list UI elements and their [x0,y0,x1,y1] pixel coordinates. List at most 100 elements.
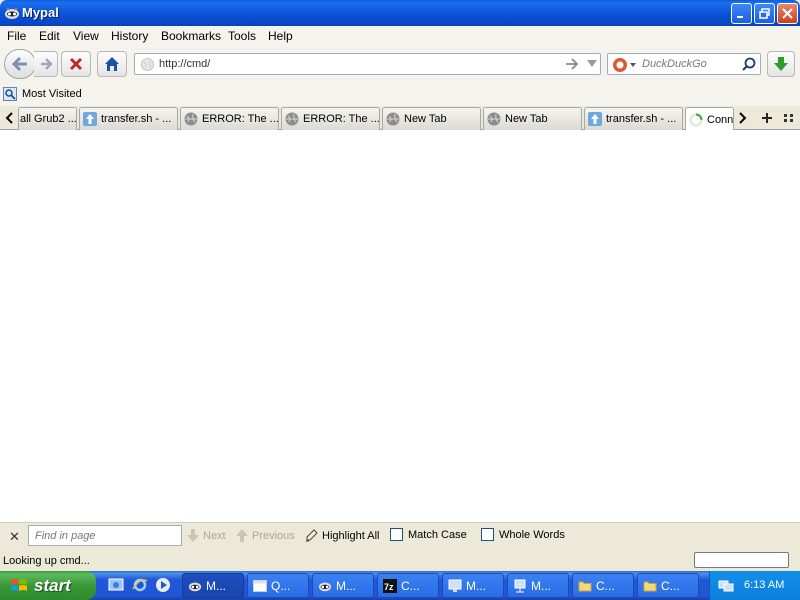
find-next-button[interactable]: Next [187,529,226,542]
start-button[interactable]: start [0,571,96,600]
tab-label: ERROR: The ... [202,113,279,125]
bookmark-label: Most Visited [22,88,82,100]
taskbar-task-folder-1[interactable]: C... [572,573,634,598]
match-case-label: Match Case [408,528,467,541]
tab-2[interactable]: ERROR: The ... [180,107,279,130]
taskbar-task-q[interactable]: Q... [247,573,309,598]
menu-edit[interactable]: Edit [39,29,60,43]
folder-icon [578,581,592,591]
bookmark-most-visited[interactable]: Most Visited [3,87,82,101]
menu-view[interactable]: View [73,29,99,43]
list-all-tabs-button[interactable] [782,111,796,125]
navigation-toolbar [0,46,800,84]
internet-explorer-icon[interactable] [132,577,148,593]
tab-0[interactable]: all Grub2 ... [18,107,77,130]
taskbar-task-mypal[interactable]: M... [182,573,244,598]
home-button[interactable] [97,51,127,77]
media-player-icon[interactable] [155,577,171,593]
tab-4[interactable]: New Tab [382,107,481,130]
window-icon [253,579,267,592]
close-button[interactable] [777,3,798,24]
tab-scroll-left-button[interactable] [2,110,16,126]
task-label: C... [661,578,680,593]
minimize-icon [737,16,743,18]
status-bar: Looking up cmd... [0,549,800,571]
plus-icon [762,113,772,123]
checkbox-box[interactable] [390,528,403,541]
tab-6[interactable]: transfer.sh - ... [584,107,683,130]
downloads-button[interactable] [767,51,795,77]
taskbar-task-mypal-2[interactable]: M... [312,573,374,598]
menu-tools[interactable]: Tools [228,29,256,43]
tab-scroll-right-button[interactable] [736,110,750,126]
menu-bookmarks[interactable]: Bookmarks [161,29,221,43]
download-arrow-icon [774,57,788,71]
tab-1[interactable]: transfer.sh - ... [79,107,178,130]
forward-arrow-icon [40,58,53,70]
title-bar[interactable]: Mypal [0,0,800,26]
minimize-button[interactable] [731,3,752,24]
arrow-up-icon [236,529,248,542]
clock[interactable]: 6:13 AM [744,579,784,591]
tab-3[interactable]: ERROR: The ... [281,107,380,130]
url-input[interactable] [159,56,549,72]
restore-button[interactable] [754,3,775,24]
network-tray-icon[interactable] [718,577,734,593]
menu-file[interactable]: File [7,29,26,43]
mypal-icon [5,7,19,19]
url-dropdown-icon[interactable] [587,60,597,68]
menu-bar: File Edit View History Bookmarks Tools H… [0,26,800,46]
highlighter-icon [306,529,318,542]
taskbar-task-folder-2[interactable]: C... [637,573,699,598]
taskbar-task-network[interactable]: M... [507,573,569,598]
highlight-all-button[interactable]: Highlight All [305,529,379,542]
search-bar[interactable] [607,53,761,75]
tab-label: New Tab [404,113,447,125]
restore-icon [759,8,770,19]
highlight-all-label: Highlight All [322,529,380,542]
taskbar: start M... Q... M... 7z C... M... M... C… [0,571,800,600]
stop-button[interactable] [61,51,91,77]
match-case-checkbox[interactable]: Match Case [390,528,467,541]
search-input[interactable] [642,57,738,71]
menu-history[interactable]: History [111,29,148,43]
find-input[interactable] [28,525,182,546]
status-progress-box [694,552,789,568]
go-arrow-icon[interactable] [565,58,579,70]
transfer-icon [83,112,97,126]
mypal-icon [188,582,202,591]
find-previous-button[interactable]: Previous [236,529,295,542]
forward-button[interactable] [34,51,58,77]
tab-5[interactable]: New Tab [483,107,582,130]
globe-icon [386,112,400,126]
url-bar[interactable] [134,53,601,75]
windows-logo-icon [11,578,27,591]
menu-help[interactable]: Help [268,29,293,43]
show-desktop-icon[interactable] [108,577,124,593]
task-label: C... [401,578,420,593]
back-button[interactable] [4,49,36,79]
task-label: M... [531,578,551,593]
whole-words-checkbox[interactable]: Whole Words [481,528,565,541]
tab-label: transfer.sh - ... [101,113,172,125]
duckduckgo-icon[interactable] [612,57,638,73]
page-content-area[interactable] [0,130,800,522]
task-label: M... [206,578,226,593]
status-text: Looking up cmd... [3,555,90,567]
folder-icon [643,581,657,591]
tab-label: transfer.sh - ... [606,113,677,125]
new-tab-button[interactable] [758,109,776,127]
find-close-icon[interactable]: ✕ [9,529,20,545]
stop-x-icon [69,57,83,71]
start-label: start [34,575,71,595]
tab-7-active[interactable]: Conn [685,107,734,131]
checkbox-box[interactable] [481,528,494,541]
task-label: M... [336,578,356,593]
tab-label: ERROR: The ... [303,113,380,125]
task-label: C... [596,578,615,593]
globe-icon [285,112,299,126]
taskbar-task-7zip[interactable]: 7z C... [377,573,439,598]
taskbar-task-monitor[interactable]: M... [442,573,504,598]
search-magnifier-icon[interactable] [742,57,756,71]
most-visited-icon [3,87,17,101]
